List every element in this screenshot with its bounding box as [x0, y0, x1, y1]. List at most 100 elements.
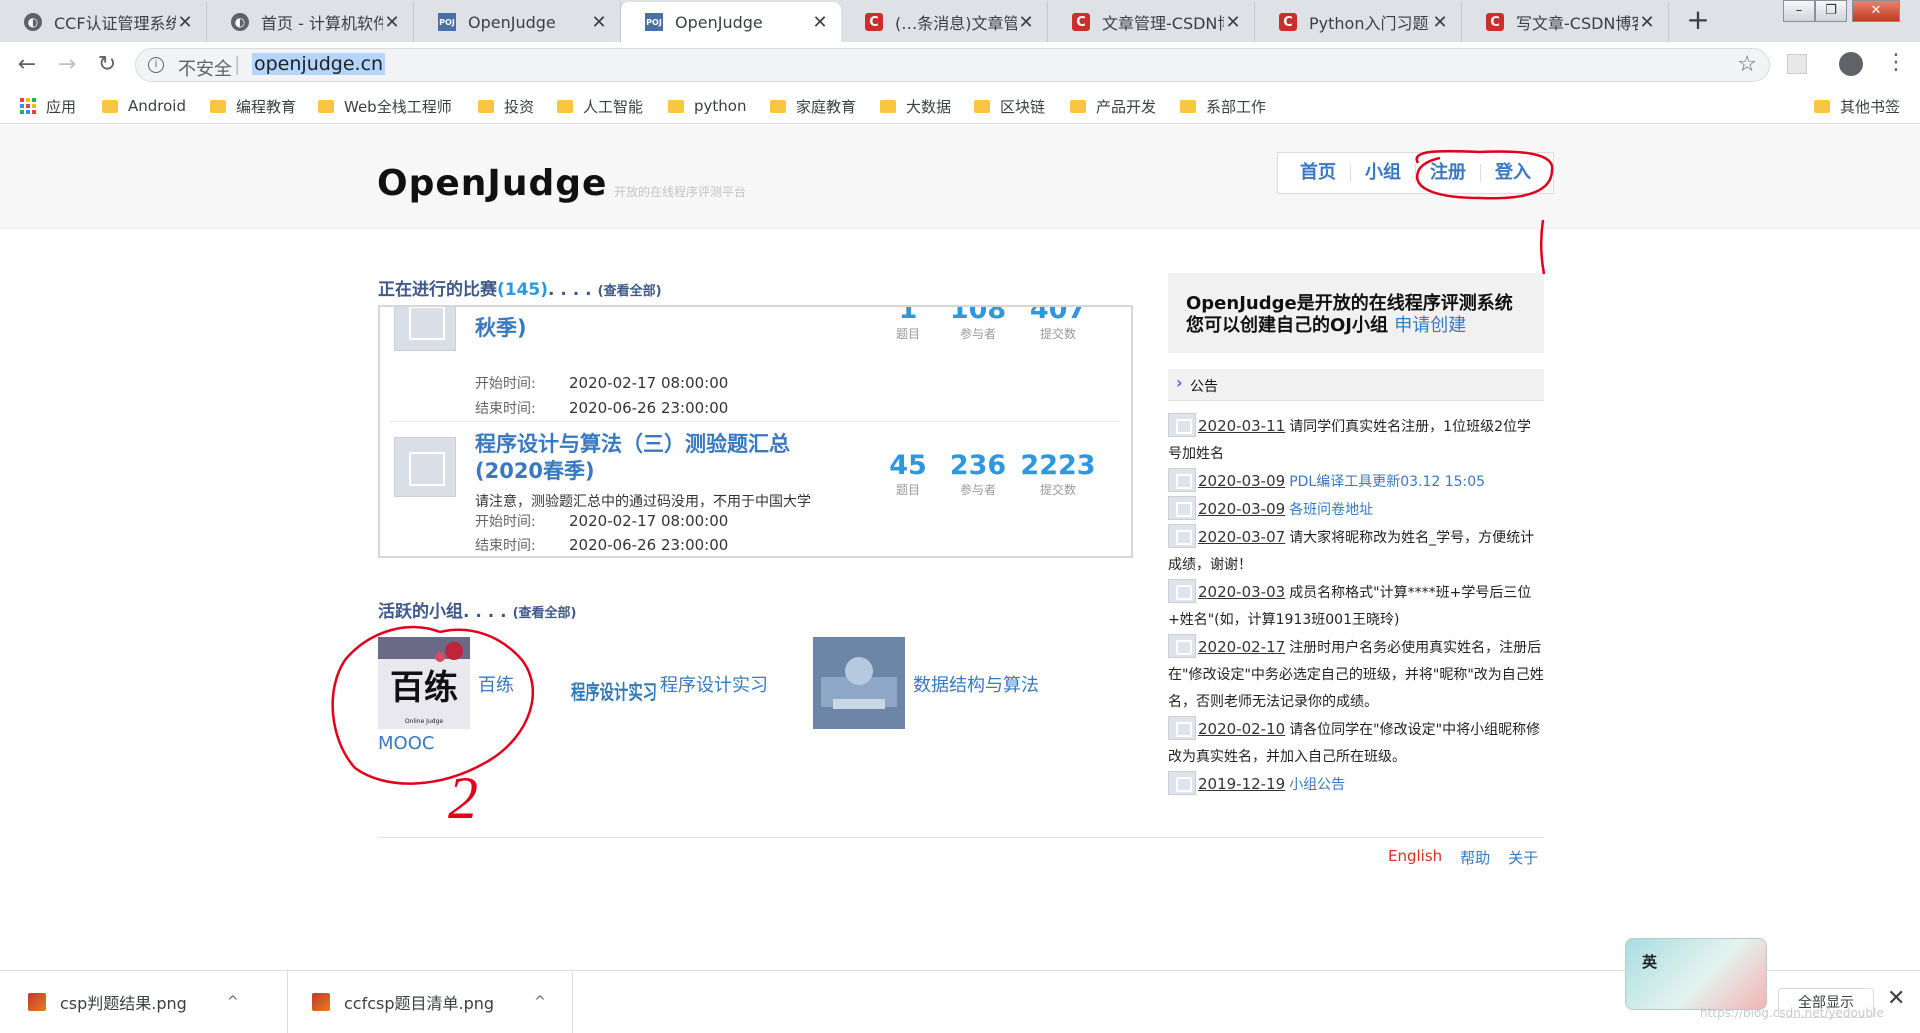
bookmark-folder[interactable]: 区块链	[974, 95, 1045, 117]
tab-csdn-1[interactable]: C (…条消息)文章管理 ✕	[841, 2, 1048, 42]
bookmark-folder[interactable]: 产品开发	[1070, 95, 1156, 117]
close-download-bar-icon[interactable]: ✕	[1887, 986, 1905, 1011]
bookmark-folder[interactable]: 家庭教育	[770, 95, 856, 117]
notice-date[interactable]: 2020-03-09	[1198, 472, 1285, 490]
stat-value: 236	[949, 450, 1007, 481]
download-item[interactable]: csp判题结果.png ^	[0, 971, 288, 1033]
groups-dots: . . . .	[463, 602, 507, 622]
bookmark-folder[interactable]: 系部工作	[1180, 95, 1266, 117]
ime-widget[interactable]: 英	[1625, 938, 1767, 1010]
contest-thumbnail[interactable]	[394, 437, 456, 497]
tab-close-icon[interactable]: ✕	[811, 12, 829, 33]
contest-start: 开始时间: 2020-02-17 08:00:00	[475, 373, 728, 393]
contests-title: 正在进行的比赛	[378, 280, 497, 300]
notice-date[interactable]: 2020-02-10	[1198, 720, 1285, 738]
groups-view-all-link[interactable]: (查看全部)	[513, 606, 577, 621]
tab-openjudge-active[interactable]: POJ OpenJudge ✕	[621, 2, 841, 42]
contest-thumbnail[interactable]	[394, 307, 456, 351]
bookmark-folder[interactable]: 大数据	[880, 95, 951, 117]
group-name[interactable]: 程序设计实习	[660, 671, 768, 697]
star-icon[interactable]: ☆	[1737, 52, 1757, 77]
footer-english-link[interactable]: English	[1388, 847, 1442, 868]
group-name[interactable]: 百练	[478, 671, 514, 697]
site-logo[interactable]: OpenJudge	[377, 163, 607, 204]
download-filename: csp判题结果.png	[60, 994, 187, 1013]
contest-title[interactable]: 秋季)	[475, 315, 805, 342]
csdn-icon: C	[1279, 13, 1297, 31]
notice-date[interactable]: 2019-12-19	[1198, 775, 1285, 793]
back-button[interactable]: ←	[12, 50, 42, 80]
tab-rk[interactable]: ◐ 首页 - 计算机软件能 ✕	[207, 2, 414, 42]
profile-icon[interactable]	[1839, 52, 1863, 76]
bookmark-label: 区块链	[1000, 97, 1046, 116]
address-bar[interactable]: i 不安全 | openjudge.cn ☆	[135, 48, 1770, 82]
new-tab-button[interactable]: +	[1683, 6, 1713, 36]
group-name[interactable]: 数据结构与算法	[913, 671, 1039, 697]
bookmark-folder[interactable]: Web全栈工程师	[318, 95, 452, 117]
footer-about-link[interactable]: 关于	[1508, 847, 1538, 868]
nav-register[interactable]: 注册	[1416, 164, 1481, 182]
tab-ccf[interactable]: ◐ CCF认证管理系统 ✕	[0, 2, 207, 42]
notice-date[interactable]: 2020-03-09	[1198, 500, 1285, 518]
nav-groups[interactable]: 小组	[1351, 164, 1416, 182]
globe-icon: ◐	[24, 13, 42, 31]
extension-icon[interactable]	[1787, 54, 1807, 74]
tab-close-icon[interactable]: ✕	[590, 12, 608, 33]
notice-item: 2020-03-03 成员名称格式"计算****班+学号后三位+姓名"(如，计算1…	[1168, 579, 1544, 634]
bookmark-folder[interactable]: 编程教育	[210, 95, 296, 117]
bookmark-folder[interactable]: 人工智能	[557, 95, 643, 117]
tab-close-icon[interactable]: ✕	[1431, 12, 1449, 33]
bailian-logo[interactable]: 百练 Online Judge	[378, 637, 470, 729]
tab-csdn-4[interactable]: C 写文章-CSDN博客 ✕	[1462, 2, 1669, 42]
notice-date[interactable]: 2020-03-07	[1198, 528, 1285, 546]
poj-icon: POJ	[438, 13, 456, 31]
bookmark-other[interactable]: 其他书签	[1814, 95, 1900, 117]
tab-csdn-2[interactable]: C 文章管理-CSDN博 ✕	[1048, 2, 1255, 42]
notice-link[interactable]: 各班问卷地址	[1289, 502, 1373, 518]
tab-close-icon[interactable]: ✕	[176, 12, 194, 33]
start-label: 开始时间:	[475, 514, 536, 530]
datastructure-logo[interactable]	[813, 637, 905, 729]
tab-openjudge-1[interactable]: POJ OpenJudge ✕	[414, 2, 621, 42]
restore-button[interactable]: ❐	[1815, 0, 1847, 22]
tab-close-icon[interactable]: ✕	[383, 12, 401, 33]
contest-title[interactable]: 程序设计与算法（三）测验题汇总(2020春季)	[475, 431, 805, 485]
menu-icon[interactable]: ⋮	[1885, 50, 1907, 75]
notice-link[interactable]: PDL编译工具更新03.12 15:05	[1289, 474, 1485, 490]
intro-text: 您可以创建自己的OJ小组	[1186, 315, 1388, 336]
window-close-button[interactable]: ✕	[1852, 0, 1900, 22]
reload-button[interactable]: ↻	[92, 50, 122, 80]
footer-help-link[interactable]: 帮助	[1460, 847, 1490, 868]
nav-login[interactable]: 登入	[1481, 164, 1545, 182]
bookmark-folder[interactable]: Android	[102, 95, 186, 117]
stat-value: 407	[1029, 305, 1087, 325]
avatar-icon	[1168, 413, 1196, 437]
chevron-up-icon[interactable]: ^	[227, 994, 239, 1010]
notice-link[interactable]: 小组公告	[1289, 777, 1345, 793]
tab-close-icon[interactable]: ✕	[1638, 12, 1656, 33]
download-item[interactable]: ccfcsp题目清单.png ^	[288, 971, 573, 1033]
tab-close-icon[interactable]: ✕	[1017, 12, 1035, 33]
poj-icon: POJ	[645, 13, 663, 31]
bookmark-folder[interactable]: 投资	[478, 95, 534, 117]
notice-date[interactable]: 2020-03-03	[1198, 583, 1285, 601]
stat-submissions: 2223 提交数	[1018, 451, 1098, 498]
tab-csdn-3[interactable]: C Python入门习题 ( ✕	[1255, 2, 1462, 42]
apply-create-link[interactable]: 申请创建	[1394, 315, 1466, 336]
bookmarks-bar: 应用 Android 编程教育 Web全栈工程师 投资 人工智能 python …	[0, 88, 1920, 124]
notice-date[interactable]: 2020-03-11	[1198, 417, 1285, 435]
group-suffix[interactable]: MOOC	[378, 733, 434, 754]
info-icon[interactable]: i	[148, 57, 164, 73]
contests-view-all-link[interactable]: (查看全部)	[598, 284, 662, 299]
url-text[interactable]: openjudge.cn	[252, 53, 386, 75]
chevron-up-icon[interactable]: ^	[534, 994, 546, 1010]
contests-count[interactable]: (145)	[497, 280, 548, 300]
tab-close-icon[interactable]: ✕	[1224, 12, 1242, 33]
forward-button[interactable]: →	[52, 50, 82, 80]
minimize-button[interactable]: –	[1783, 0, 1815, 22]
notice-date[interactable]: 2020-02-17	[1198, 638, 1285, 656]
programming-logo[interactable]: 程序设计实习	[568, 637, 660, 729]
nav-home[interactable]: 首页	[1286, 164, 1351, 182]
bookmark-apps[interactable]: 应用	[20, 95, 76, 117]
bookmark-folder[interactable]: python	[668, 95, 746, 117]
